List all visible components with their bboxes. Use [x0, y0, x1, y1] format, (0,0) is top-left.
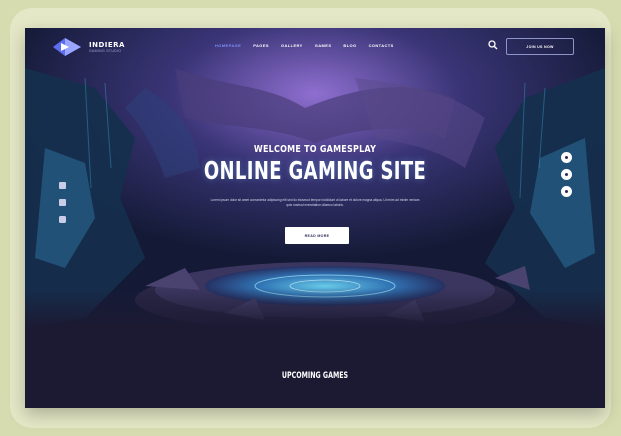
menu-item-blog[interactable]: BLOG [343, 43, 356, 48]
search-icon[interactable] [488, 40, 498, 50]
top-nav: INDIERA GAMING STUDIO HOMEPAGE PAGES GAL… [25, 28, 605, 66]
join-button[interactable]: JOIN US NOW [506, 38, 574, 55]
menu-item-gallery[interactable]: GALLERY [281, 43, 303, 48]
hero-title: ONLINE GAMING SITE [203, 156, 427, 185]
twitter-icon[interactable] [59, 199, 66, 206]
slider-dot-1[interactable] [561, 152, 572, 163]
menu-item-contacts[interactable]: CONTACTS [369, 43, 394, 48]
menu-item-homepage[interactable]: HOMEPAGE [215, 43, 241, 48]
hero-subtitle: WELCOME TO GAMESPLAY [253, 144, 377, 155]
facebook-icon[interactable] [59, 182, 66, 189]
section-title: UPCOMING GAMES [281, 371, 349, 381]
brand-logo[interactable]: INDIERA GAMING STUDIO [51, 36, 125, 58]
read-more-button[interactable]: READ MORE [285, 227, 349, 244]
brand-name: INDIERA [89, 41, 125, 49]
brand-tagline: GAMING STUDIO [89, 49, 122, 53]
instagram-icon[interactable] [59, 216, 66, 223]
slider-dot-3[interactable] [561, 186, 572, 197]
slider-dot-2[interactable] [561, 169, 572, 180]
menu-item-games[interactable]: GAMES [315, 43, 332, 48]
menu-item-pages[interactable]: PAGES [253, 43, 269, 48]
logo-icon [53, 38, 81, 56]
hero-description: Lorem ipsum dolor sit amet consectetur a… [210, 198, 420, 207]
main-menu: HOMEPAGE PAGES GALLERY GAMES BLOG CONTAC… [215, 43, 394, 48]
website-preview: INDIERA GAMING STUDIO HOMEPAGE PAGES GAL… [25, 28, 605, 408]
hero-section: INDIERA GAMING STUDIO HOMEPAGE PAGES GAL… [25, 28, 605, 328]
